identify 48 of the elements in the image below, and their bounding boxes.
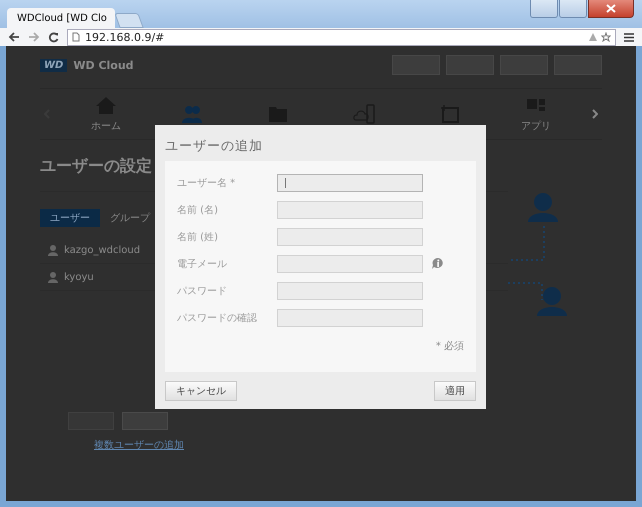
input-field[interactable] bbox=[277, 174, 423, 192]
user-icon bbox=[48, 244, 58, 256]
header-button[interactable] bbox=[554, 55, 602, 75]
cloud-phone-icon bbox=[353, 104, 375, 124]
input-field[interactable] bbox=[277, 200, 423, 218]
cancel-button[interactable]: キャンセル bbox=[165, 381, 237, 401]
info-icon[interactable] bbox=[432, 258, 444, 269]
new-tab-button[interactable] bbox=[114, 13, 144, 28]
input-field[interactable] bbox=[277, 282, 423, 300]
menu-icon[interactable] bbox=[624, 32, 634, 42]
nav-item[interactable]: アプリ bbox=[506, 95, 566, 133]
forward-icon[interactable] bbox=[28, 32, 40, 42]
frame-icon bbox=[439, 104, 461, 124]
header-button[interactable] bbox=[500, 55, 548, 75]
minimize-button[interactable] bbox=[530, 0, 558, 18]
add-user-button[interactable] bbox=[122, 412, 168, 430]
user-name: kyoyu bbox=[64, 272, 94, 282]
user-icon bbox=[48, 272, 58, 282]
scroll-right-icon[interactable] bbox=[592, 109, 598, 119]
input-field[interactable] bbox=[277, 228, 423, 246]
field-label: パスワードの確認 bbox=[177, 312, 258, 324]
tab[interactable]: ユーザー bbox=[40, 209, 100, 227]
header-button[interactable] bbox=[446, 55, 494, 75]
app-name: WD Cloud bbox=[73, 58, 134, 72]
required-note: * 必須 bbox=[434, 340, 464, 353]
close-button[interactable] bbox=[588, 0, 634, 18]
field-label: 名前 (名) bbox=[177, 204, 219, 216]
users-icon bbox=[181, 104, 203, 124]
dialog-title: ユーザーの追加 bbox=[165, 138, 264, 155]
address-bar[interactable]: 192.168.0.9/# bbox=[67, 28, 616, 46]
back-icon[interactable] bbox=[8, 32, 20, 42]
browser-tab[interactable]: WDCloud [WD Clo bbox=[7, 8, 115, 28]
field-label: パスワード bbox=[177, 284, 228, 298]
nav-item[interactable]: ホーム bbox=[76, 95, 136, 133]
field-label: 電子メール bbox=[177, 258, 228, 270]
header-button[interactable] bbox=[392, 55, 440, 75]
input-field[interactable] bbox=[277, 254, 423, 272]
apply-button[interactable]: 適用 bbox=[434, 381, 476, 401]
field-label: 名前 (姓) bbox=[177, 230, 219, 244]
user-name: kazgo_wdcloud bbox=[64, 244, 140, 256]
maximize-button[interactable] bbox=[559, 0, 587, 18]
tab-title: WDCloud [WD Clo bbox=[17, 12, 107, 24]
field-label: ユーザー名 * bbox=[177, 176, 236, 190]
reload-icon[interactable] bbox=[48, 32, 59, 42]
input-field[interactable] bbox=[277, 308, 423, 326]
close-icon bbox=[606, 4, 616, 13]
logo: WD bbox=[40, 58, 68, 72]
add-multiple-users-link[interactable]: 複数ユーザーの追加 bbox=[94, 438, 184, 452]
